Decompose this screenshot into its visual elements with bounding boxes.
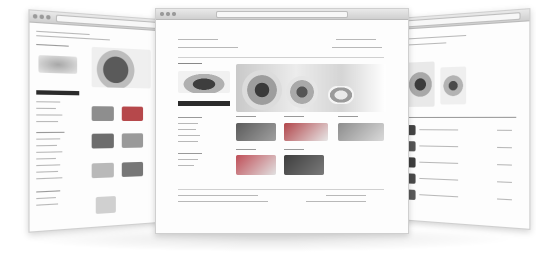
product-thumbnail[interactable]	[91, 162, 114, 179]
nav-link[interactable]	[36, 164, 61, 167]
nav-link[interactable]	[178, 129, 196, 130]
nav-link[interactable]	[178, 141, 198, 142]
row-text	[419, 194, 459, 198]
car-thumbnail[interactable]	[38, 55, 78, 74]
nav-heading	[36, 190, 61, 193]
hero-banner[interactable]	[236, 64, 386, 112]
product-thumbnail[interactable]	[236, 123, 276, 141]
row-text	[419, 177, 459, 181]
footer-links[interactable]	[306, 201, 366, 202]
category-header-bar	[36, 90, 80, 96]
row-price	[497, 146, 512, 149]
nav-link[interactable]	[36, 197, 56, 200]
product-thumbnail[interactable]	[91, 106, 114, 121]
minimize-icon[interactable]	[166, 12, 170, 16]
browser-chrome-center	[156, 9, 408, 20]
product-label	[338, 116, 358, 117]
showcase-scene	[0, 0, 536, 257]
maximize-icon[interactable]	[46, 14, 51, 20]
nav-heading	[178, 117, 202, 118]
browser-window-left	[28, 9, 172, 233]
header-divider	[178, 57, 384, 58]
row-price	[497, 181, 512, 183]
product-label	[284, 149, 304, 150]
maximize-icon[interactable]	[172, 12, 176, 16]
product-label	[284, 116, 304, 117]
header-line	[178, 47, 238, 48]
header-line	[408, 34, 467, 40]
product-thumbnail[interactable]	[91, 133, 114, 149]
header-line	[178, 39, 218, 40]
row-text	[419, 161, 459, 164]
car-thumbnail[interactable]	[178, 71, 230, 93]
row-price	[497, 129, 512, 131]
footer-links[interactable]	[326, 195, 366, 196]
footer-links[interactable]	[178, 201, 268, 202]
browser-window-center	[155, 8, 409, 234]
product-thumbnail[interactable]	[121, 161, 144, 178]
account-links[interactable]	[332, 47, 382, 48]
wheel-icon	[242, 70, 282, 110]
nav-link[interactable]	[178, 123, 198, 124]
nav-link[interactable]	[36, 157, 56, 160]
product-thumbnail[interactable]	[236, 155, 276, 175]
product-thumbnail[interactable]	[338, 123, 384, 141]
wheel-thumbnail[interactable]	[440, 66, 467, 105]
table-header	[406, 116, 517, 118]
header-line	[36, 35, 110, 41]
wheel-thumbnail[interactable]	[406, 61, 435, 107]
product-label	[236, 116, 256, 117]
nav-link[interactable]	[36, 114, 63, 116]
wheel-icon	[286, 76, 318, 108]
header-line	[36, 30, 90, 36]
product-thumbnail[interactable]	[284, 155, 324, 175]
browser-chrome-right	[398, 9, 530, 30]
row-price	[497, 198, 512, 201]
section-label	[178, 63, 202, 64]
nav-link[interactable]	[178, 165, 194, 166]
product-label	[236, 149, 256, 150]
section-label	[36, 43, 69, 47]
browser-window-right	[398, 8, 531, 230]
address-bar-center[interactable]	[216, 11, 348, 18]
category-header-bar	[178, 101, 230, 106]
minimize-icon[interactable]	[39, 14, 44, 20]
nav-link[interactable]	[36, 177, 63, 180]
product-thumbnail[interactable]	[95, 195, 116, 214]
footer-links[interactable]	[178, 195, 258, 196]
row-text	[419, 129, 459, 131]
nav-link[interactable]	[36, 101, 61, 103]
browser-chrome-left	[29, 10, 172, 32]
address-bar-right[interactable]	[406, 12, 521, 28]
nav-link[interactable]	[36, 170, 59, 173]
row-text	[419, 145, 459, 148]
nav-heading	[178, 153, 202, 154]
nav-link[interactable]	[36, 151, 63, 153]
nav-link[interactable]	[178, 135, 200, 136]
header-line	[408, 42, 447, 46]
nav-link[interactable]	[36, 203, 59, 206]
product-thumbnail[interactable]	[284, 123, 328, 141]
car-icon	[328, 86, 354, 104]
product-thumbnail[interactable]	[121, 106, 144, 121]
nav-link[interactable]	[178, 159, 198, 160]
footer-divider	[178, 189, 384, 190]
nav-link[interactable]	[36, 138, 61, 140]
nav-link[interactable]	[36, 144, 57, 147]
close-icon[interactable]	[32, 13, 38, 19]
nav-link[interactable]	[36, 121, 59, 123]
search-field[interactable]	[336, 39, 376, 40]
wheel-thumbnail[interactable]	[91, 46, 151, 89]
product-thumbnail[interactable]	[121, 133, 144, 148]
address-bar-left[interactable]	[55, 14, 164, 30]
row-price	[497, 164, 512, 166]
nav-link[interactable]	[36, 107, 56, 110]
nav-heading	[36, 131, 65, 134]
close-icon[interactable]	[160, 12, 164, 16]
